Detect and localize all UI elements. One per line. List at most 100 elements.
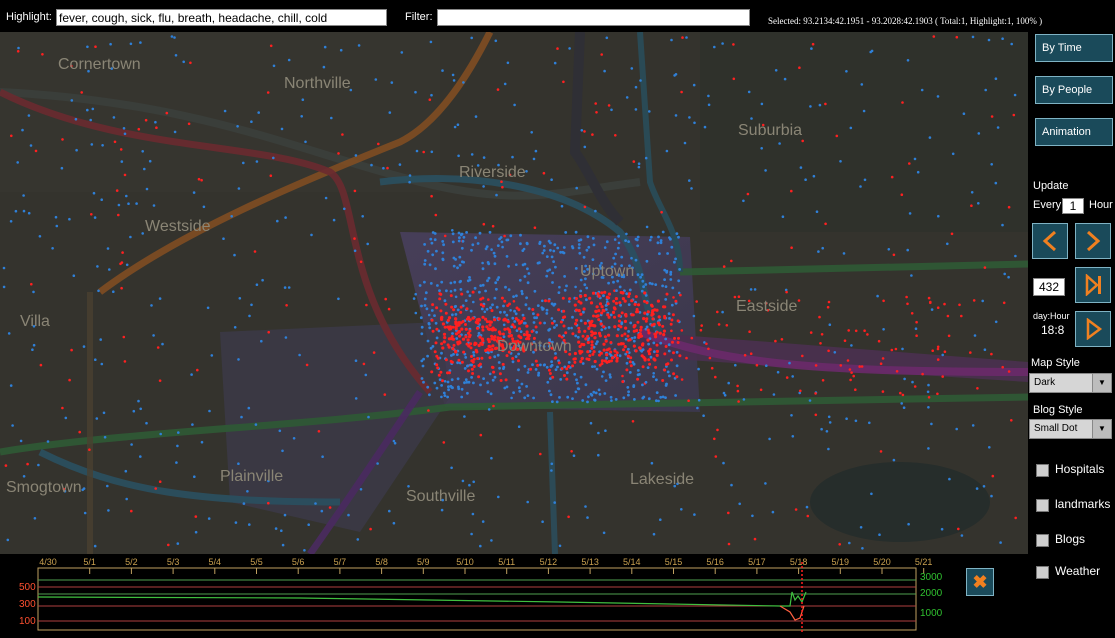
blog-dot xyxy=(550,360,553,364)
blog-dot xyxy=(447,337,451,341)
by-people-button[interactable]: By People xyxy=(1035,76,1113,104)
blog-dot xyxy=(471,316,475,320)
blog-dot xyxy=(632,329,636,333)
blog-dot xyxy=(487,344,491,348)
blog-dot xyxy=(233,253,236,257)
blog-dot xyxy=(450,305,454,309)
blog-dot xyxy=(930,422,933,426)
blog-dot xyxy=(643,299,646,303)
blog-dot xyxy=(595,314,599,318)
blog-dot xyxy=(503,82,507,86)
blog-dot xyxy=(260,339,263,343)
blog-dot xyxy=(588,296,592,300)
blog-dot xyxy=(300,115,304,118)
blog-dot xyxy=(652,372,655,375)
blog-dot xyxy=(602,531,606,535)
blog-dot xyxy=(525,324,529,328)
blog-dot xyxy=(984,88,987,92)
chevron-left-icon xyxy=(1042,230,1057,252)
blog-dot xyxy=(664,384,668,387)
play-button[interactable] xyxy=(1075,311,1111,347)
skip-to-end-button[interactable] xyxy=(1075,267,1111,303)
blog-dot xyxy=(16,161,20,164)
blog-dot xyxy=(705,342,708,346)
timeline-chart[interactable] xyxy=(0,554,930,638)
checkbox[interactable] xyxy=(1036,534,1049,547)
step-back-button[interactable] xyxy=(1032,223,1068,259)
blog-dot xyxy=(435,306,439,310)
blog-dot xyxy=(765,364,768,368)
blog-dot xyxy=(515,263,518,266)
blog-dot xyxy=(589,392,593,396)
update-interval-input[interactable]: 1 xyxy=(1062,198,1084,214)
blog-dot xyxy=(590,340,594,344)
play-icon xyxy=(1086,318,1103,340)
map-canvas[interactable]: Cornertown Northville Suburbia Riverside… xyxy=(0,32,1028,554)
blog-dot xyxy=(272,156,275,160)
step-forward-button[interactable] xyxy=(1075,223,1111,259)
blog-dot xyxy=(593,336,597,340)
blog-dot xyxy=(390,81,394,84)
blog-dot xyxy=(429,282,433,285)
timeline-panel[interactable]: 4/30 5/1 5/2 5/3 5/4 5/5 5/6 5/7 5/8 5/9 5/10 5/11 5… xyxy=(0,554,1028,638)
blog-dot xyxy=(456,123,460,126)
blog-dot xyxy=(476,242,480,245)
map-style-select[interactable]: Dark ▼ xyxy=(1029,373,1112,393)
blog-dot xyxy=(451,332,454,335)
animation-button[interactable]: Animation xyxy=(1035,118,1113,146)
blog-dot xyxy=(490,365,494,369)
highlight-input[interactable]: fever, cough, sick, flu, breath, headach… xyxy=(56,9,387,26)
blog-dot xyxy=(145,187,149,191)
blog-dot xyxy=(527,307,531,311)
blog-dot xyxy=(633,302,637,306)
blog-dot xyxy=(955,35,959,39)
blog-dot xyxy=(559,378,563,381)
blog-dot xyxy=(457,239,461,243)
blog-dot xyxy=(106,247,110,250)
blog-dot xyxy=(431,345,435,348)
blog-dot xyxy=(790,414,793,417)
blog-dot xyxy=(627,390,630,394)
blog-dot xyxy=(22,194,25,197)
blog-dot xyxy=(663,268,667,272)
blog-dot xyxy=(580,129,584,132)
blog-dot xyxy=(478,231,482,235)
timeline-series-highlight xyxy=(779,605,805,621)
checkbox[interactable] xyxy=(1036,464,1049,477)
blog-dot xyxy=(882,299,885,303)
blog-dot xyxy=(414,292,418,296)
time-counter-field[interactable]: 432 xyxy=(1033,278,1065,296)
blog-dot xyxy=(618,301,622,305)
blog-style-select[interactable]: Small Dot ▼ xyxy=(1029,419,1112,439)
blog-dot xyxy=(484,289,487,293)
blog-dot xyxy=(727,381,730,385)
blog-dot xyxy=(488,230,492,234)
close-timeline-button[interactable]: ✖ xyxy=(966,568,994,596)
blog-dot xyxy=(555,400,559,404)
blog-dot xyxy=(2,266,6,270)
blog-dot xyxy=(607,333,611,337)
blog-dot xyxy=(165,111,169,115)
blog-dot xyxy=(772,393,776,396)
blog-dot xyxy=(665,292,669,296)
blog-dot xyxy=(972,299,976,302)
blog-dot xyxy=(774,69,778,72)
blog-dot xyxy=(577,340,581,344)
checkbox[interactable] xyxy=(1036,566,1049,579)
blog-dot xyxy=(604,379,608,382)
blog-dot xyxy=(86,108,89,112)
blog-dot xyxy=(538,240,542,244)
filter-input[interactable] xyxy=(437,9,750,26)
blog-dot xyxy=(951,152,955,156)
blog-dot xyxy=(80,91,83,94)
blog-dot xyxy=(457,358,461,362)
blog-dot xyxy=(30,282,33,286)
blog-dot xyxy=(463,381,466,385)
blog-dot xyxy=(570,245,574,248)
checkbox[interactable] xyxy=(1036,499,1049,512)
blog-dot xyxy=(614,252,617,256)
blog-dot xyxy=(426,354,429,358)
blog-dot xyxy=(654,365,658,369)
blog-dot xyxy=(447,345,451,349)
by-time-button[interactable]: By Time xyxy=(1035,34,1113,62)
